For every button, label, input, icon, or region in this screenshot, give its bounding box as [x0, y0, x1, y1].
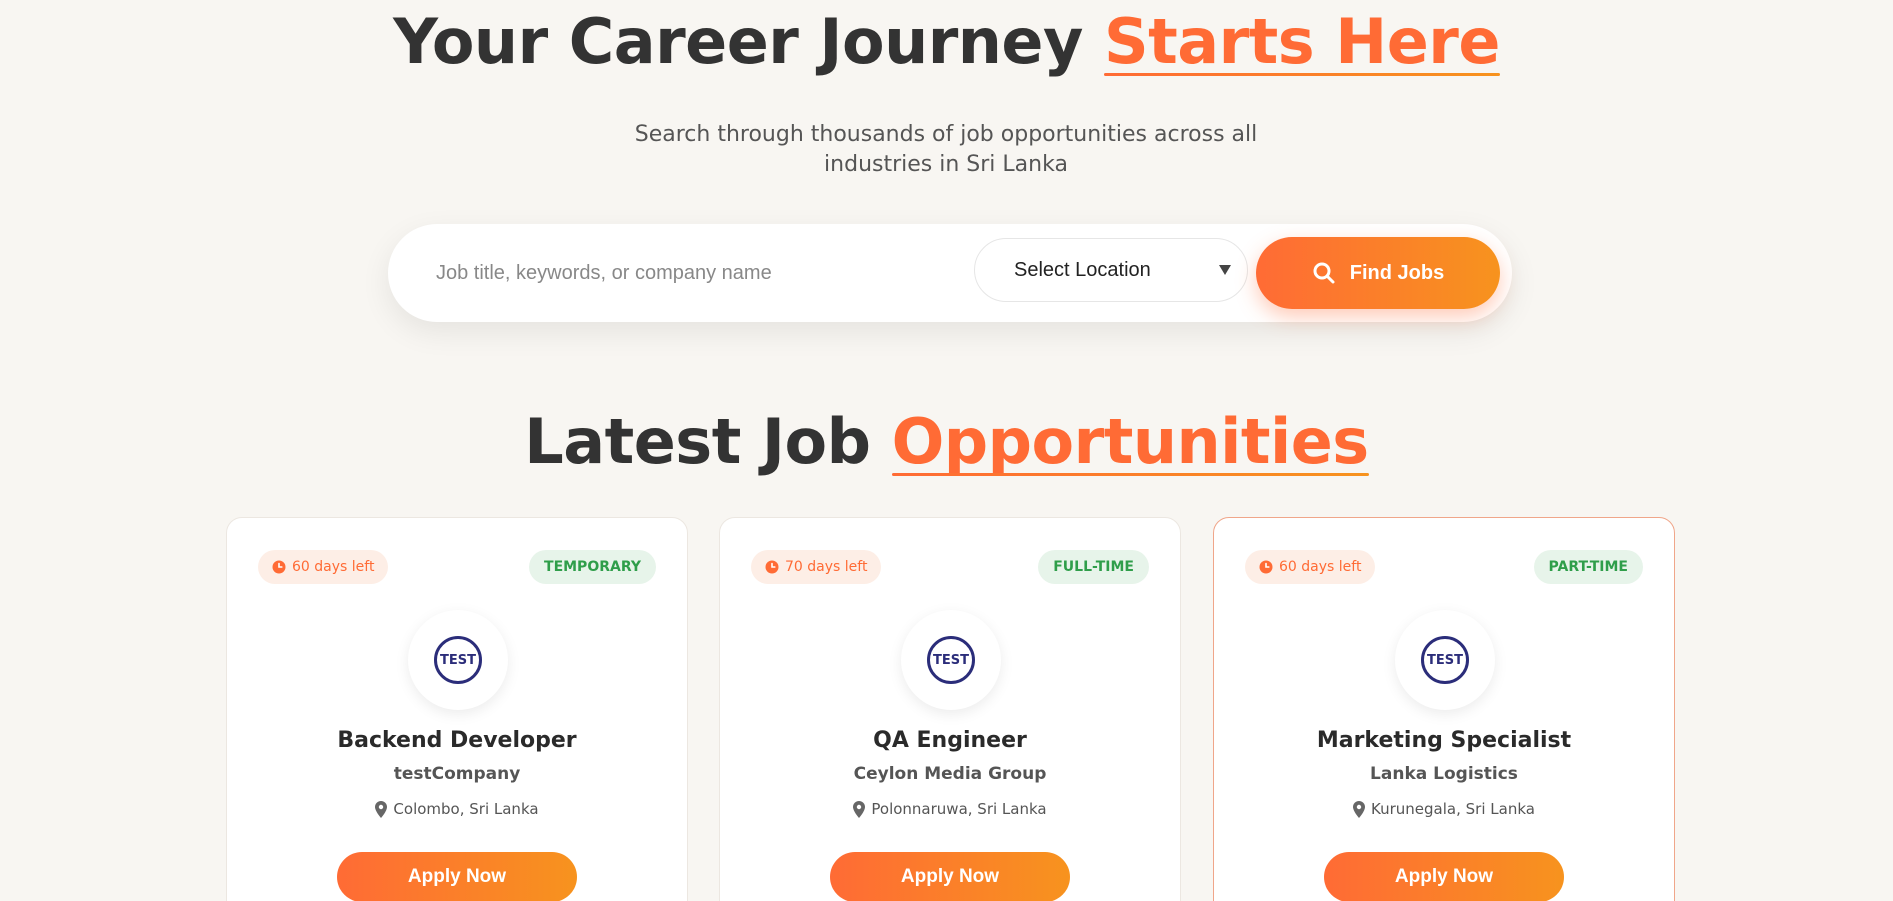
- job-type-badge: PART-TIME: [1533, 550, 1643, 584]
- days-left-text: 60 days left: [292, 559, 375, 575]
- days-left-badge: 60 days left: [1245, 550, 1376, 584]
- days-left-badge: 70 days left: [751, 550, 882, 584]
- hero-subtitle: Search through thousands of job opportun…: [634, 122, 1258, 177]
- job-location: Polonnaruwa, Sri Lanka: [720, 800, 1180, 818]
- company-name: Lanka Logistics: [1370, 764, 1518, 784]
- search-bar: Select Location Find Jobs: [388, 224, 1512, 322]
- search-input[interactable]: [436, 253, 956, 293]
- job-location: Colombo, Sri Lanka: [227, 800, 687, 818]
- search-icon: [1313, 262, 1335, 284]
- clock-icon: [1259, 560, 1273, 574]
- hero-title: Your Career Journey Starts Here: [0, 4, 1893, 80]
- company-logo: TEST: [408, 610, 508, 710]
- job-type-badge: TEMPORARY: [529, 550, 656, 584]
- location-select[interactable]: Select Location: [974, 238, 1248, 302]
- job-title[interactable]: Marketing Specialist: [1214, 728, 1674, 753]
- map-pin-icon: [375, 800, 388, 818]
- find-jobs-button[interactable]: Find Jobs: [1256, 237, 1500, 309]
- job-title[interactable]: QA Engineer: [720, 728, 1180, 753]
- section-title-main: Latest Job: [524, 405, 892, 478]
- job-location-text: Kurunegala, Sri Lanka: [1371, 800, 1535, 818]
- chevron-down-icon: [1219, 265, 1231, 275]
- job-location-text: Colombo, Sri Lanka: [393, 800, 539, 818]
- find-jobs-label: Find Jobs: [1349, 261, 1445, 284]
- company-logo-mark: TEST: [927, 636, 975, 684]
- location-select-value: Select Location: [1014, 258, 1151, 281]
- job-location-text: Polonnaruwa, Sri Lanka: [871, 800, 1047, 818]
- map-pin-icon: [1353, 800, 1366, 818]
- days-left-text: 60 days left: [1279, 559, 1362, 575]
- hero-title-main: Your Career Journey: [393, 5, 1104, 78]
- company-logo-mark: TEST: [1421, 636, 1469, 684]
- job-card[interactable]: 60 days left TEMPORARY TEST Backend Deve…: [226, 517, 688, 901]
- section-title-accent: Opportunities: [891, 405, 1369, 478]
- apply-now-button[interactable]: Apply Now: [1324, 852, 1564, 901]
- company-logo: TEST: [1395, 610, 1495, 710]
- hero-title-accent: Starts Here: [1103, 5, 1500, 78]
- days-left-badge: 60 days left: [258, 550, 389, 584]
- section-title: Latest Job Opportunities: [0, 404, 1893, 480]
- job-card[interactable]: 60 days left PART-TIME TEST Marketing Sp…: [1213, 517, 1675, 901]
- company-logo: TEST: [901, 610, 1001, 710]
- clock-icon: [272, 560, 286, 574]
- company-name: testCompany: [393, 764, 521, 784]
- apply-now-button[interactable]: Apply Now: [830, 852, 1070, 901]
- job-title[interactable]: Backend Developer: [227, 728, 687, 753]
- job-type-badge: FULL-TIME: [1038, 550, 1149, 584]
- job-location: Kurunegala, Sri Lanka: [1214, 800, 1674, 818]
- map-pin-icon: [853, 800, 866, 818]
- clock-icon: [765, 560, 779, 574]
- company-logo-mark: TEST: [434, 636, 482, 684]
- company-name: Ceylon Media Group: [853, 764, 1047, 784]
- job-card[interactable]: 70 days left FULL-TIME TEST QA Engineer …: [719, 517, 1181, 901]
- days-left-text: 70 days left: [785, 559, 868, 575]
- apply-now-button[interactable]: Apply Now: [337, 852, 577, 901]
